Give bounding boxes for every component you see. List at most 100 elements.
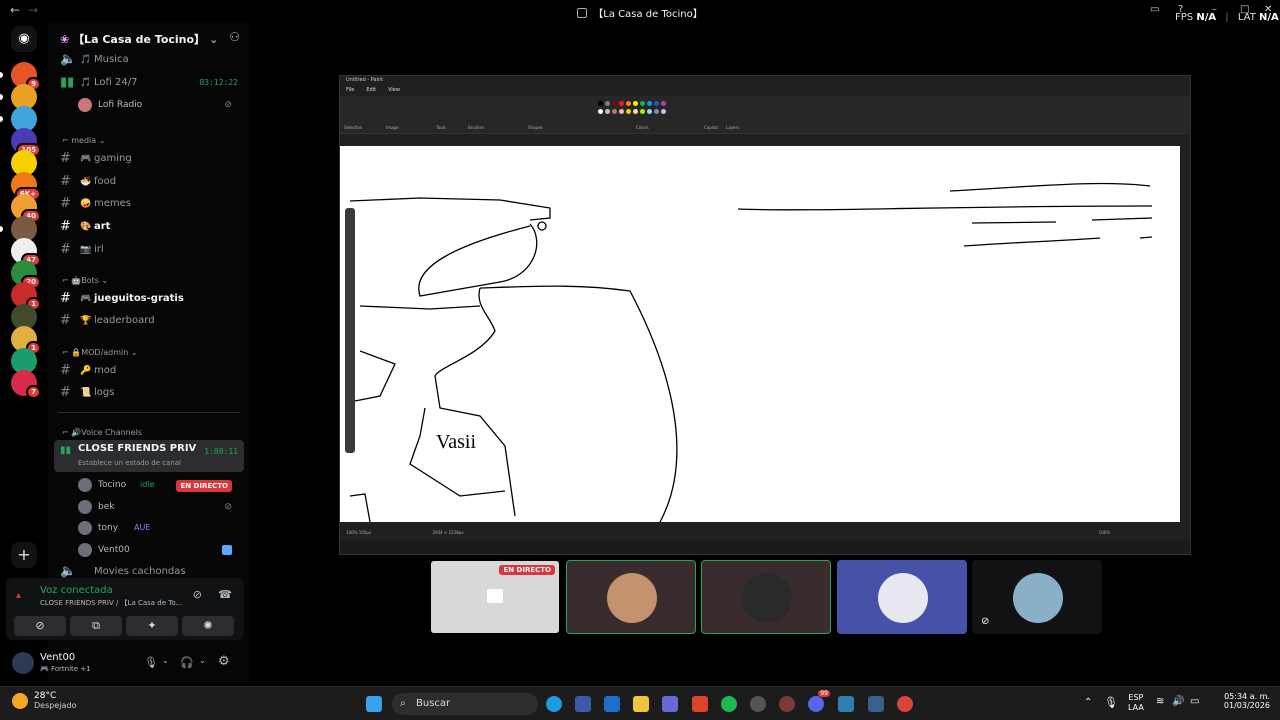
voice-user[interactable]: Vent00 [78,540,238,560]
paint-canvas: Vasii [340,146,1180,522]
inbox-icon[interactable]: ▭ [1150,4,1159,15]
voice-connected-label[interactable]: Voz conectada [40,585,113,596]
voice-user[interactable]: bek ⊘ [78,497,238,517]
soundboard-button[interactable]: ✺ [182,616,234,636]
temperature: 28°C [34,691,57,701]
voice-participant-tile[interactable] [836,560,967,634]
voice-channel-close-friends[interactable]: ▮▮ CLOSE FRIENDS PRIV Establece un estad… [54,440,244,472]
disconnect-icon[interactable]: ☎ [218,588,232,601]
chevron-down-icon[interactable]: ⌄ [199,656,206,665]
color-swatch [605,109,610,114]
category-voice-channels[interactable]: ⌐ 🔊Voice Channels [62,428,142,437]
channel-musica[interactable]: 🔈 🎵 Musica [56,50,244,70]
signal-icon[interactable]: ▴ [16,590,21,601]
add-server-icon[interactable]: + [11,542,37,568]
tray-chevron-icon[interactable]: ⌃ [1084,697,1092,708]
window-title-text: 【La Casa de Tocino】 [593,9,703,20]
discord-home-icon[interactable]: ◉ [11,26,37,52]
microphone-icon[interactable]: 🎙 [1104,696,1118,709]
color-swatch [626,109,631,114]
language-indicator[interactable]: ESP LAA [1128,693,1144,713]
clock-app-icon[interactable] [750,696,766,712]
audio-app-icon[interactable] [868,696,884,712]
activities-button[interactable]: ✦ [126,616,178,636]
voice-channel-path[interactable]: CLOSE FRIENDS PRIV / 【La Casa de To... [40,598,182,608]
share-screen-button[interactable]: ⧉ [70,616,122,636]
avatar[interactable] [12,652,34,674]
windows-taskbar: 28°C Despejado ⌕ Buscar 99 ⌃ 🎙 ESP LAA ≋ 🔊… [0,686,1280,720]
camera-off-button[interactable]: ⊘ [14,616,66,636]
avatar [78,98,92,112]
channel-name: gaming [94,153,132,164]
deafened-icon: ⊘ [224,501,232,512]
invite-people-icon[interactable]: ⚇ [229,30,240,44]
color-swatch [598,101,603,106]
user-status: AUE [134,523,151,532]
color-swatch [619,101,624,106]
channel-leaderboard[interactable]: # 🏆 leaderboard [56,311,244,331]
voice-participant-tile[interactable] [701,560,831,634]
color-swatch [661,109,666,114]
chevron-down-icon[interactable]: ⌄ [162,656,169,665]
voice-user[interactable]: tony AUE [78,518,238,538]
battery-icon[interactable]: ▭ [1190,696,1199,707]
user-name[interactable]: Vent00 [40,652,75,663]
channel-art[interactable]: # 🎨 art [56,217,244,237]
unread-pill [0,226,3,232]
window-title: 【La Casa de Tocino】 [0,5,1280,20]
weather-widget[interactable]: 28°C Despejado [12,691,76,710]
color-swatch [619,109,624,114]
volume-icon[interactable]: 🔊 [1172,696,1184,707]
game-app-icon[interactable] [779,696,795,712]
channel-movies[interactable]: 🔈 Movies cachondas [56,565,244,579]
hash-icon: # [60,385,71,400]
start-menu-icon[interactable] [366,696,382,712]
server-icon[interactable]: 7 [11,370,41,399]
edge-icon[interactable] [546,696,562,712]
channel-timer: 83:12:22 [199,78,238,87]
guild-name: 【La Casa de Tocino】 [73,33,206,46]
channel-logs[interactable]: # 📜 logs [56,383,244,403]
brave-icon[interactable] [692,696,708,712]
noise-suppression-icon[interactable]: ⊘ [193,588,202,601]
taskbar-search[interactable]: ⌕ Buscar [392,693,538,715]
app-icon[interactable] [838,696,854,712]
voice-participant-tile[interactable]: ⊘ [972,560,1102,634]
channel-jueguitos-gratis[interactable]: # 🎮 jueguitos-gratis [56,289,244,309]
clock[interactable]: 05:34 a. m. 01/03/2026 [1224,692,1270,710]
channel-irl[interactable]: # 📷 irl [56,240,244,260]
microphone-icon[interactable]: 🎙 [144,656,158,669]
monitor-icon [487,589,503,603]
category-media[interactable]: ⌐ media ⌄ [62,136,105,145]
channel-gaming[interactable]: # 🎮 gaming [56,149,244,169]
outlook-icon[interactable] [604,696,620,712]
menu-file: File [346,87,355,93]
unread-pill [0,94,3,100]
settings-gear-icon[interactable]: ⚙ [218,654,230,669]
unread-pill [0,116,3,122]
category-bots[interactable]: ⌐ 🤖Bots ⌄ [62,276,108,285]
voice-user-lofi[interactable]: Lofi Radio ⊘ [78,95,238,115]
channel-mod[interactable]: # 🔑 mod [56,361,244,381]
store-icon[interactable] [575,696,591,712]
deafened-icon: ⊘ [224,100,232,110]
channel-status[interactable]: Establece un estado de canal [78,459,181,467]
file-explorer-icon[interactable] [633,696,649,712]
teams-icon[interactable] [662,696,678,712]
spotify-icon[interactable] [721,696,737,712]
voice-user[interactable]: Tocino idle EN DIRECTO [78,475,238,495]
stream-paint-window[interactable]: Untitled - Paint File Edit View Selection … [339,75,1191,555]
ribbon-label: Colors [636,125,649,130]
discord-icon[interactable]: 99 [808,690,830,712]
ribbon-label: Tools [436,125,446,130]
voice-participant-tile[interactable] [565,560,696,634]
headphones-icon[interactable]: 🎧 [180,656,194,669]
category-mod-admin[interactable]: ⌐ 🔒MOD/admin ⌄ [62,348,138,357]
ribbon-label: Image [386,125,399,130]
channel-memes[interactable]: # 🤪 memes [56,194,244,214]
wifi-icon[interactable]: ≋ [1156,696,1164,707]
channel-food[interactable]: # 🍜 food [56,172,244,192]
voice-participant-tile[interactable]: EN DIRECTO [430,560,560,634]
chrome-icon[interactable] [897,696,913,712]
channel-lofi[interactable]: ▮▮ 🎵 Lofi 24/7 83:12:22 [56,73,244,93]
